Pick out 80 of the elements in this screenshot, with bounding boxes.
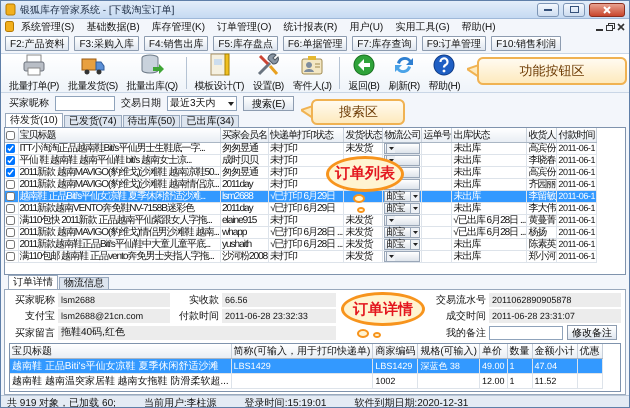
table-cell: 匆匆昱通 <box>220 166 269 178</box>
table-cell: √已打印 6月28日 ... <box>268 238 344 250</box>
table-cell: 未发货 <box>344 214 383 226</box>
table-cell: 11.52 <box>532 374 578 388</box>
table-cell: lsm2688 <box>220 190 269 202</box>
table-cell: 2011day <box>220 202 269 214</box>
table-cell: 高宾份 <box>526 142 557 154</box>
status-text: 共 919 对象，已加载 60; <box>7 396 116 407</box>
table-cell: 未发货 <box>344 226 383 238</box>
field-label: 买家昵称 <box>9 96 49 110</box>
table-cell: 匆匆昱通 <box>220 142 269 154</box>
table-cell: 1 <box>507 358 532 374</box>
table-cell: √已打印 6月28日 ... <box>268 226 344 238</box>
table-cell: LBS1429 <box>372 358 418 374</box>
field-label: 支付宝 <box>24 310 55 323</box>
table-cell: √已打印 6月29日 <box>268 190 344 202</box>
table-cell: 未出库 <box>452 238 527 250</box>
buyer-message-field: 拖鞋40码,红色 <box>58 326 336 340</box>
value-field: 2011-06-28 23:31:07 <box>489 309 621 323</box>
callout: 搜索区 <box>311 98 406 124</box>
table-cell: 陈素英 <box>526 238 557 250</box>
table-cell: LBS1429 <box>231 358 373 374</box>
callout: 功能按钮区 <box>477 57 627 85</box>
value-field: 2011062890905878 <box>489 293 621 307</box>
field-label: 实收款 <box>188 294 219 307</box>
table-cell: 2011-06-1 <box>556 166 597 178</box>
table-cell: 2011-06-1 <box>556 238 597 250</box>
table-cell: 未打印 <box>268 250 344 262</box>
table-cell: yushaith <box>220 238 269 250</box>
table-cell: 49.00 <box>480 358 508 374</box>
table-cell: 未出库 <box>452 250 527 262</box>
table-cell: 2011-06-1 <box>556 142 597 154</box>
value-field: lsm2688 <box>58 293 170 307</box>
table-cell: 未出库 <box>452 166 527 178</box>
table-cell: 郑小河 <box>526 250 557 262</box>
table-cell: 1 <box>507 374 532 388</box>
table-cell: 2011-06-1 <box>556 250 597 262</box>
field-label: 交易日期 <box>121 96 161 110</box>
table-cell: 李晓春 <box>526 154 557 166</box>
table-cell: 2011-06-1 <box>556 154 597 166</box>
table-cell: 黄蔓菁 <box>526 214 557 226</box>
status-text: 当前用户:李柱源 <box>144 396 217 407</box>
field-label: 买家昵称 <box>14 294 55 307</box>
table-cell: elaine915 <box>220 214 269 226</box>
status-text: 登录时间:15:19:01 <box>244 396 326 407</box>
table-cell: 未出库 <box>452 142 527 154</box>
table-cell: 未出库 <box>452 154 527 166</box>
value-field: lsm2688@21cn.com <box>58 309 170 323</box>
field-label: 我的备注 <box>445 326 486 340</box>
table-cell: 高宾份 <box>526 166 557 178</box>
table-cell: 深蓝色 38 <box>418 358 480 374</box>
table-cell: 未出库 <box>452 202 527 214</box>
table-cell: whapp <box>220 226 269 238</box>
table-cell: 1002 <box>372 374 418 388</box>
table-cell: 2011-06-1 <box>556 214 597 226</box>
table-cell: 沙河粉2008 <box>220 250 269 262</box>
table-cell: 未发货 <box>344 238 383 250</box>
field-label: 交易流水号 <box>435 294 486 307</box>
table-cell: 李大伟 <box>526 202 557 214</box>
table-cell: 未发货 <box>344 250 383 262</box>
table-cell: 2011-06-1 <box>556 226 597 238</box>
field-label: 买家留言 <box>14 326 55 340</box>
table-cell: 12.00 <box>480 374 508 388</box>
table-cell: 2011-06-1 <box>556 202 597 214</box>
field-label: 成交时间 <box>445 310 486 323</box>
table-cell: √已出库 6月28日 ... <box>452 226 527 238</box>
value-field: 66.56 <box>222 293 336 307</box>
status-text: 软件到期日期:2020-12-31 <box>354 396 468 407</box>
table-cell: √已打印 6月29日 <box>268 202 344 214</box>
value-field: 2011-06-28 23:32:33 <box>222 309 336 323</box>
table-cell: 未打印 <box>268 214 344 226</box>
table-cell: 未出库 <box>452 190 527 202</box>
window-title: 银狐库存管家系统 - [下载淘宝订单] <box>20 4 176 16</box>
field-label: 付款时间 <box>178 310 219 323</box>
table-cell: 未打印 <box>268 142 344 154</box>
table-cell: 47.04 <box>532 358 578 374</box>
table-cell: √已出库 6月28日 ... <box>452 214 527 226</box>
table-cell: 成时贝贝 <box>220 154 269 166</box>
table-cell: 未发货 <box>344 142 383 154</box>
table-cell: 杨扬 <box>526 226 557 238</box>
